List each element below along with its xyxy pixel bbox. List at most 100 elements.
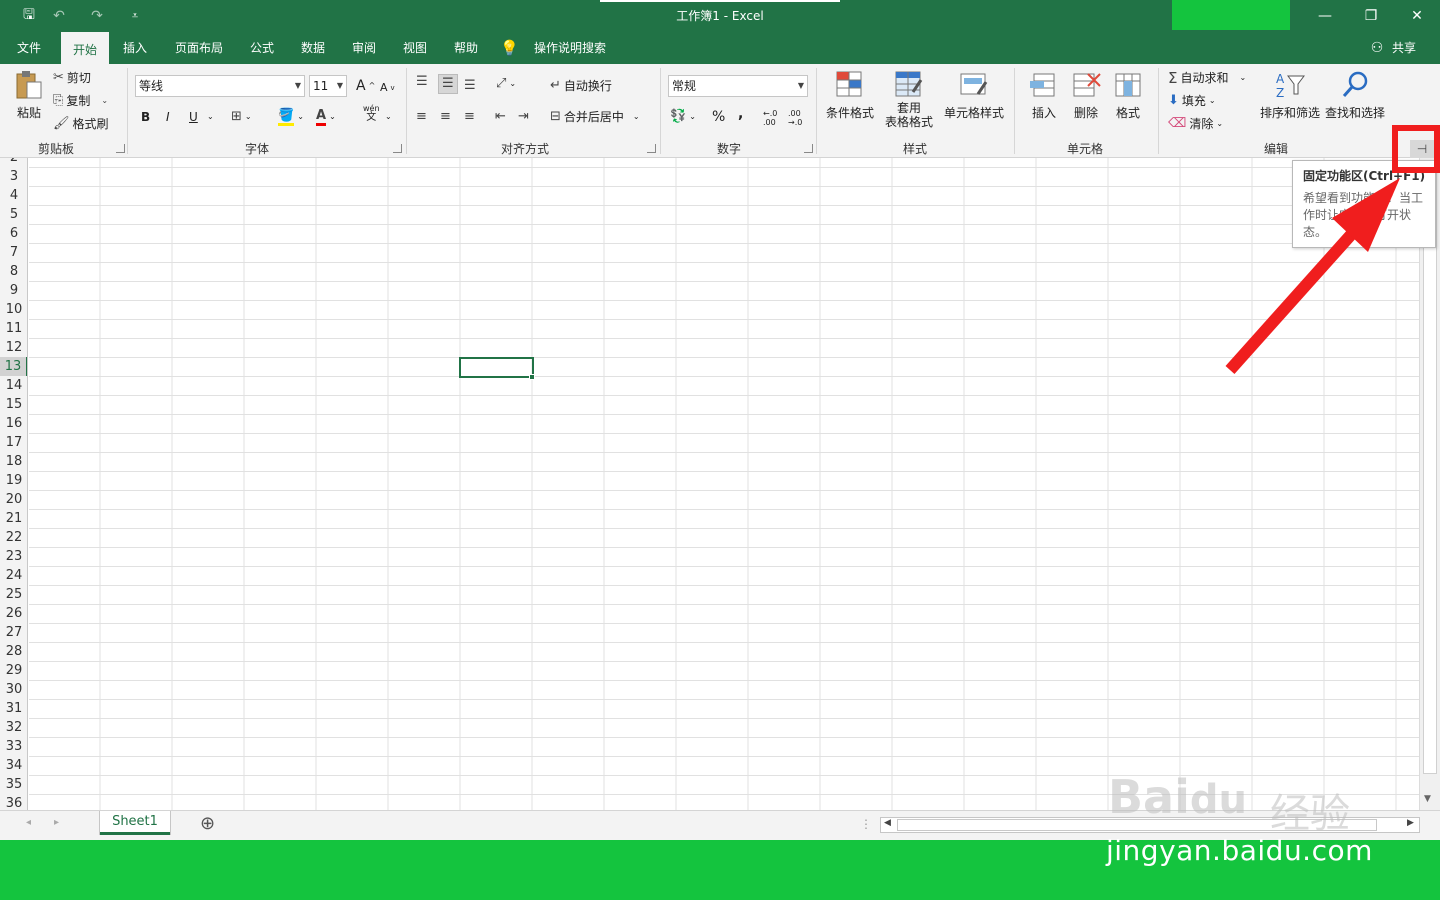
sheet-tab-sheet1[interactable]: Sheet1 bbox=[100, 811, 170, 835]
row-header[interactable]: 18 bbox=[0, 452, 27, 471]
fill-handle[interactable] bbox=[529, 374, 535, 380]
row-header[interactable]: 6 bbox=[0, 224, 27, 243]
chevron-down-icon[interactable]: ⌄ bbox=[207, 107, 214, 127]
number-dialog-launcher[interactable] bbox=[804, 144, 813, 153]
row-header[interactable]: 21 bbox=[0, 509, 27, 528]
phonetic-button[interactable]: wén 文 bbox=[363, 104, 380, 128]
row-header[interactable]: 2 bbox=[0, 158, 27, 167]
row-header[interactable]: 7 bbox=[0, 243, 27, 262]
add-sheet-icon[interactable]: ⊕ bbox=[200, 813, 215, 834]
row-header[interactable]: 25 bbox=[0, 585, 27, 604]
tab-review[interactable]: 审阅 bbox=[343, 32, 385, 64]
row-header[interactable]: 34 bbox=[0, 756, 27, 775]
row-header[interactable]: 23 bbox=[0, 547, 27, 566]
tell-me-search[interactable]: 操作说明搜索 bbox=[530, 32, 610, 64]
increase-indent-button[interactable]: ⇥ bbox=[518, 107, 529, 127]
row-header[interactable]: 8 bbox=[0, 262, 27, 281]
minimize-button[interactable]: — bbox=[1302, 0, 1348, 32]
row-header[interactable]: 9 bbox=[0, 281, 27, 300]
conditional-format-button[interactable]: 条件格式 bbox=[824, 70, 876, 121]
orientation-button[interactable]: ⤢ ⌄ bbox=[496, 74, 516, 94]
split-handle-icon[interactable]: ⋮ bbox=[860, 817, 872, 831]
align-middle-button[interactable]: ☰ bbox=[438, 74, 458, 94]
font-name-combo[interactable]: 等线 ▼ bbox=[135, 75, 305, 97]
grow-font-button[interactable]: A ^ bbox=[356, 76, 375, 96]
row-header[interactable]: 4 bbox=[0, 186, 27, 205]
tab-file[interactable]: 文件 bbox=[6, 32, 52, 64]
increase-decimal-button[interactable]: ←.0 .00 bbox=[763, 108, 783, 128]
row-header[interactable]: 14 bbox=[0, 376, 27, 395]
align-right-button[interactable]: ≡ bbox=[464, 107, 475, 127]
underline-button[interactable]: U bbox=[189, 107, 198, 127]
italic-button[interactable]: I bbox=[166, 107, 170, 127]
find-select-button[interactable]: 查找和选择 bbox=[1324, 70, 1386, 121]
share-button[interactable]: 共享 bbox=[1388, 32, 1420, 64]
font-dialog-launcher[interactable] bbox=[393, 144, 402, 153]
paste-button[interactable]: 粘贴 bbox=[10, 70, 48, 121]
tab-home[interactable]: 开始 bbox=[61, 32, 109, 64]
row-header[interactable]: 11 bbox=[0, 319, 27, 338]
merge-center-button[interactable]: ⊟ 合并后居中 ⌄ bbox=[550, 107, 640, 127]
tab-view[interactable]: 视图 bbox=[394, 32, 436, 64]
fill-button[interactable]: ⬇ 填充 ⌄ bbox=[1168, 91, 1216, 111]
alignment-dialog-launcher[interactable] bbox=[647, 144, 656, 153]
selected-cell[interactable] bbox=[459, 357, 534, 378]
scroll-left-icon[interactable]: ◀ bbox=[884, 818, 891, 828]
row-header[interactable]: 22 bbox=[0, 528, 27, 547]
format-as-table-button[interactable]: 套用 表格格式 bbox=[878, 70, 940, 129]
cut-button[interactable]: ✂ 剪切 bbox=[53, 68, 91, 88]
scroll-prev-sheet-icon[interactable]: ◂ bbox=[26, 817, 31, 828]
row-header[interactable]: 32 bbox=[0, 718, 27, 737]
row-header[interactable]: 19 bbox=[0, 471, 27, 490]
format-cells-button[interactable]: 格式 bbox=[1108, 70, 1148, 121]
row-header[interactable]: 36 bbox=[0, 794, 27, 810]
shrink-font-button[interactable]: Av bbox=[380, 78, 395, 98]
save-icon[interactable]: 🖫 bbox=[18, 6, 40, 26]
row-header[interactable]: 28 bbox=[0, 642, 27, 661]
row-header[interactable]: 5 bbox=[0, 205, 27, 224]
copy-button[interactable]: ⎘ 复制 ⌄ bbox=[53, 91, 108, 111]
tab-data[interactable]: 数据 bbox=[292, 32, 334, 64]
decrease-indent-button[interactable]: ⇤ bbox=[495, 107, 506, 127]
font-size-combo[interactable]: 11 ▼ bbox=[309, 75, 347, 97]
comma-button[interactable]: , bbox=[738, 104, 743, 124]
delete-cells-button[interactable]: 删除 bbox=[1066, 70, 1106, 121]
scroll-next-sheet-icon[interactable]: ▸ bbox=[54, 817, 59, 828]
align-center-button[interactable]: ≡ bbox=[440, 107, 451, 127]
row-header[interactable]: 26 bbox=[0, 604, 27, 623]
fill-color-button[interactable]: 🪣 ⌄ bbox=[278, 107, 304, 127]
bold-button[interactable]: B bbox=[141, 107, 150, 127]
font-color-button[interactable]: A ⌄ bbox=[316, 107, 336, 127]
sort-filter-button[interactable]: AZ 排序和筛选 bbox=[1258, 70, 1322, 121]
row-header[interactable]: 27 bbox=[0, 623, 27, 642]
chevron-down-icon[interactable]: ⌄ bbox=[385, 107, 392, 127]
tab-help[interactable]: 帮助 bbox=[445, 32, 487, 64]
align-bottom-button[interactable]: ☰ bbox=[464, 76, 476, 96]
customize-qat-icon[interactable]: ⩡ bbox=[126, 6, 144, 26]
align-left-button[interactable]: ≡ bbox=[416, 107, 427, 127]
scroll-down-icon[interactable]: ▼ bbox=[1424, 794, 1431, 804]
close-button[interactable]: ✕ bbox=[1394, 0, 1440, 32]
row-header[interactable]: 16 bbox=[0, 414, 27, 433]
format-painter-button[interactable]: 🖌 格式刷 bbox=[53, 114, 109, 134]
number-format-combo[interactable]: 常规 ▼ bbox=[668, 75, 808, 97]
row-header[interactable]: 20 bbox=[0, 490, 27, 509]
restore-button[interactable]: ❐ bbox=[1348, 0, 1394, 32]
scroll-right-icon[interactable]: ▶ bbox=[1407, 818, 1414, 828]
row-header[interactable]: 31 bbox=[0, 699, 27, 718]
border-button[interactable]: ⊞ ⌄ bbox=[231, 107, 252, 127]
clear-button[interactable]: ⌫ 清除 ⌄ bbox=[1168, 114, 1223, 134]
row-header[interactable]: 17 bbox=[0, 433, 27, 452]
row-header[interactable]: 3 bbox=[0, 167, 27, 186]
tab-formulas[interactable]: 公式 bbox=[242, 32, 282, 64]
redo-icon[interactable]: ↷ bbox=[86, 6, 108, 26]
cell-styles-button[interactable]: 单元格样式 bbox=[942, 70, 1006, 121]
row-header[interactable]: 24 bbox=[0, 566, 27, 585]
wrap-text-button[interactable]: ↵ 自动换行 bbox=[550, 76, 612, 96]
undo-icon[interactable]: ↶ bbox=[48, 6, 70, 26]
percent-button[interactable]: % bbox=[712, 107, 725, 127]
clipboard-dialog-launcher[interactable] bbox=[116, 144, 125, 153]
row-header[interactable]: 10 bbox=[0, 300, 27, 319]
insert-cells-button[interactable]: 插入 bbox=[1024, 70, 1064, 121]
align-top-button[interactable]: ☰ bbox=[416, 72, 428, 92]
